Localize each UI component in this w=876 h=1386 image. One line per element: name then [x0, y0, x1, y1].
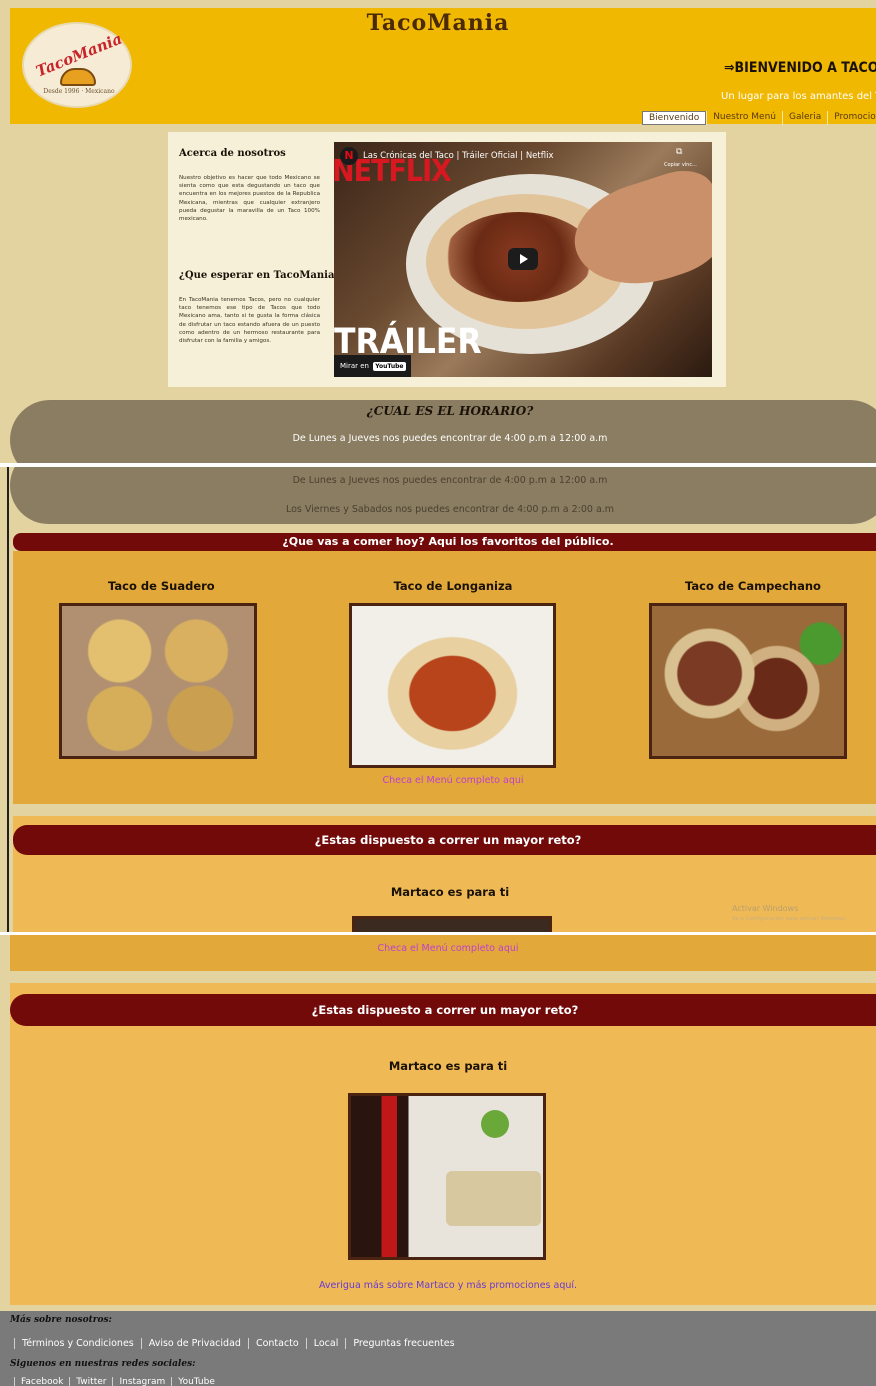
youtube-logo: YouTube — [373, 362, 406, 371]
schedule-section: ¿CUAL ES EL HORARIO? De Lunes a Jueves n… — [10, 400, 876, 463]
menu-link[interactable]: Checa el Menú completo aqui — [353, 775, 553, 786]
footer-social: Facebook Twitter Instagram YouTube — [14, 1377, 221, 1386]
photo-suadero — [59, 603, 257, 759]
play-button[interactable] — [508, 248, 538, 270]
schedule-weekend: Los Viernes y Sabados nos puedes encontr… — [285, 504, 615, 515]
windows-activation-title: Activar Windows — [732, 904, 799, 913]
nav-galeria[interactable]: Galeria — [781, 111, 827, 125]
menu-link-2[interactable]: Checa el Menú completo aqui — [348, 943, 548, 954]
welcome-heading: ⇒BIENVENIDO A TACOMANIA⇐ — [724, 60, 876, 76]
copy-link-label[interactable]: Copiar vínc... — [664, 162, 697, 168]
photo-martaco — [348, 1093, 546, 1260]
footer-link-privacidad[interactable]: Aviso de Privacidad — [140, 1338, 248, 1349]
screenshot-middle: De Lunes a Jueves nos puedes encontrar d… — [0, 467, 876, 932]
main-nav: Bienvenido Nuestro Menú Galeria Promocio… — [642, 111, 876, 125]
nav-bienvenido[interactable]: Bienvenido — [642, 111, 707, 125]
youtube-embed[interactable]: NETFLIX N Las Crónicas del Taco | Tráile… — [334, 142, 712, 377]
netflix-channel-icon[interactable]: N — [340, 147, 358, 165]
footer-links: Términos y Condiciones Aviso de Privacid… — [14, 1338, 462, 1349]
card-title-campechano: Taco de Campechano — [685, 579, 821, 593]
tagline: Un lugar para los amantes del Taco — [721, 91, 876, 102]
schedule-title: ¿CUAL ES EL HORARIO? — [366, 404, 534, 418]
card-title-suadero: Taco de Suadero — [108, 579, 215, 593]
lime-shape — [481, 1110, 509, 1138]
nav-promociones[interactable]: Promociones — [827, 111, 876, 125]
footer-social-instagram[interactable]: Instagram — [112, 1377, 171, 1386]
footer-social-twitter[interactable]: Twitter — [69, 1377, 112, 1386]
promo-link[interactable]: Averigua más sobre Martaco y más promoci… — [300, 1280, 596, 1291]
challenge-banner: ¿Estas dispuesto a correr un mayor reto? — [13, 825, 876, 855]
screenshot-bottom: Checa el Menú completo aqui ¿Estas dispu… — [0, 935, 876, 1386]
challenge-subtitle-2: Martaco es para ti — [388, 1059, 508, 1073]
schedule-section-cont: De Lunes a Jueves nos puedes encontrar d… — [10, 467, 876, 524]
footer-social-facebook[interactable]: Facebook — [14, 1377, 69, 1386]
expect-text: En TacoMania tenemos Tacos, pero no cual… — [179, 297, 320, 345]
site-footer: Más sobre nosotros: Términos y Condicion… — [0, 1311, 876, 1386]
nav-menu[interactable]: Nuestro Menú — [706, 111, 782, 125]
logo-subtitle: Desde 1996 · Mexicano — [43, 88, 115, 95]
watch-on-youtube[interactable]: Mirar en YouTube — [334, 355, 411, 377]
card-title-longaniza: Taco de Longaniza — [393, 579, 513, 593]
photo-campechano — [649, 603, 847, 759]
favorites-section: Taco de Suadero Taco de Longaniza Checa … — [13, 551, 876, 804]
about-card: Acerca de nosotros Nuestro objetivo es h… — [168, 132, 726, 387]
windows-activation-subtitle: Ve a Configuración para activar Windows. — [732, 916, 847, 922]
about-title: Acerca de nosotros — [179, 148, 286, 159]
footer-more-title: Más sobre nosotros: — [10, 1315, 112, 1325]
expect-title: ¿Que esperar en TacoMania? — [179, 270, 341, 281]
challenge-subtitle: Martaco es para ti — [390, 885, 510, 899]
site-title: TacoMania — [366, 10, 510, 36]
schedule-weekdays: De Lunes a Jueves nos puedes encontrar d… — [292, 433, 608, 444]
watch-on-label: Mirar en — [340, 362, 369, 370]
taco-icon — [60, 68, 96, 86]
photo-longaniza — [349, 603, 556, 768]
challenge-banner-2: ¿Estas dispuesto a correr un mayor reto? — [10, 994, 876, 1026]
window-edge — [7, 467, 9, 932]
food-tray-shape — [446, 1171, 541, 1226]
video-title[interactable]: Las Crónicas del Taco | Tráiler Oficial … — [363, 151, 553, 161]
footer-link-terminos[interactable]: Términos y Condiciones — [14, 1338, 141, 1349]
footer-link-contacto[interactable]: Contacto — [247, 1338, 306, 1349]
about-text: Nuestro objetivo es hacer que todo Mexic… — [179, 175, 320, 223]
footer-link-faq[interactable]: Preguntas frecuentes — [345, 1338, 461, 1349]
footer-social-title: Siguenos en nuestras redes sociales: — [10, 1359, 196, 1369]
screenshot-top: TacoMania Desde 1996 · Mexicano TacoMani… — [0, 0, 876, 463]
footer-link-local[interactable]: Local — [305, 1338, 346, 1349]
schedule-weekdays-2: De Lunes a Jueves nos puedes encontrar d… — [292, 475, 608, 486]
copy-link-icon[interactable]: ⧉ — [676, 147, 682, 157]
favorites-banner: ¿Que vas a comer hoy? Aqui los favoritos… — [13, 533, 876, 551]
footer-social-youtube[interactable]: YouTube — [171, 1377, 221, 1386]
photo-martaco-partial — [352, 916, 552, 932]
